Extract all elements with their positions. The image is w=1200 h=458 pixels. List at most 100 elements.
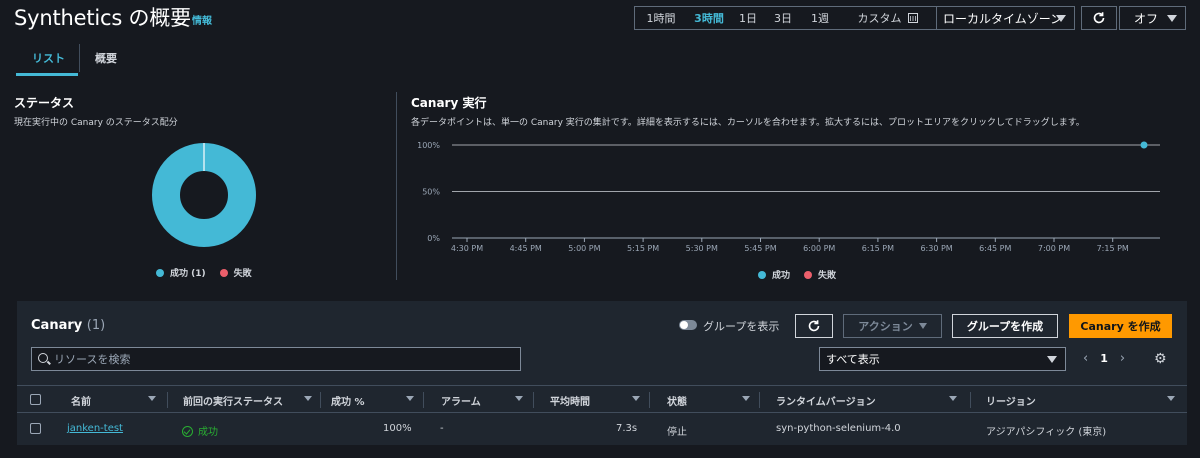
search-placeholder: リソースを検索 [54,353,131,366]
range-1w[interactable]: 1週 [801,7,839,29]
region-value: アジアパシフィック (東京) [986,427,1107,438]
legend-label-fail: 失敗 [233,269,252,279]
sort-icon[interactable] [632,396,640,401]
refresh-icon [1093,12,1105,24]
x-tick-label: 5:45 PM [744,244,776,253]
select-all-checkbox[interactable] [30,394,41,405]
last-run-status: 成功 [182,423,218,438]
range-1h[interactable]: 1時間 [635,7,687,29]
x-tick-label: 4:30 PM [451,244,483,253]
runs-legend: 成功 失敗 [758,268,850,281]
time-range-selector: 1時間 3時間 1日 3日 1週 カスタム [634,6,937,30]
column-divider [423,392,424,408]
timezone-value: ローカルタイムゾーン [943,11,1063,26]
column-divider [167,392,168,408]
column-divider [320,392,321,408]
col-alarm[interactable]: アラーム [441,393,481,408]
sort-icon[interactable] [515,396,523,401]
current-page[interactable]: 1 [1100,352,1108,365]
pagination: ‹ 1 › [1083,351,1125,366]
prev-page-icon[interactable]: ‹ [1083,351,1088,366]
legend-label-fail: 失敗 [818,271,837,281]
actions-label: アクション [858,320,913,333]
auto-refresh-select[interactable]: オフ [1119,6,1186,30]
col-region[interactable]: リージョン [986,393,1036,408]
auto-refresh-value: オフ [1134,11,1159,26]
legend-swatch-success [758,270,766,279]
legend-label-success: 成功 (1) [170,269,206,279]
runtime-version-value: syn-python-selenium-4.0 [776,423,901,434]
x-tick-label: 6:30 PM [920,244,952,253]
caret-down-icon [918,323,927,329]
col-runtime-version[interactable]: ランタイムバージョン [776,393,876,408]
x-tick-label: 6:15 PM [862,244,894,253]
avg-duration-value: 7.3s [616,423,638,434]
sort-icon[interactable] [1167,396,1175,401]
x-tick-label: 5:30 PM [686,244,718,253]
range-1d[interactable]: 1日 [731,7,765,29]
tab-list[interactable]: リスト [32,50,65,66]
range-3d[interactable]: 3日 [765,7,801,29]
legend-item-fail: 失敗 [219,266,252,279]
y-tick-label: 100% [417,141,440,150]
data-point-success[interactable] [1140,141,1148,149]
column-divider [759,392,760,408]
timezone-select[interactable]: ローカルタイムゾーン [936,6,1075,30]
range-3h[interactable]: 3時間 [687,7,731,29]
table-refresh-button[interactable] [795,314,833,338]
resource-search-input[interactable]: リソースを検索 [31,347,521,371]
column-divider [970,392,971,408]
status-donut-chart[interactable] [152,143,256,247]
x-tick-label: 6:00 PM [803,244,835,253]
sort-icon[interactable] [949,396,957,401]
section-divider [396,92,397,280]
x-tick-label: 5:00 PM [568,244,600,253]
column-divider [649,392,650,408]
next-page-icon[interactable]: › [1120,351,1125,366]
refresh-icon [808,320,820,332]
success-check-icon [182,426,193,437]
caret-down-icon [1047,356,1057,363]
legend-swatch-fail [219,268,228,277]
last-run-status-text: 成功 [198,427,218,438]
legend-item-success: 成功 (1) [156,266,206,279]
status-legend: 成功 (1) 失敗 [156,266,266,279]
canary-name-link[interactable]: janken-test [67,423,123,434]
range-custom[interactable]: カスタム [839,7,936,29]
page-title: Synthetics の概要 [14,6,191,30]
sort-icon[interactable] [304,396,312,401]
group-toggle[interactable] [679,320,697,330]
actions-button[interactable]: アクション [843,314,942,338]
row-checkbox[interactable] [30,423,41,434]
info-link[interactable]: 情報 [192,12,212,27]
canary-panel-title: Canary (1) [31,318,105,333]
col-success-rate[interactable]: 成功 % [331,393,365,408]
legend-swatch-success [156,268,164,277]
active-tab-indicator [16,73,78,76]
canary-title-text: Canary [31,318,83,333]
canary-table-panel: Canary (1) グループを表示 アクション グループを作成 Canary … [17,301,1187,445]
gear-icon[interactable]: ⚙ [1154,351,1167,367]
col-name[interactable]: 名前 [71,393,91,408]
range-custom-label: カスタム [857,12,902,25]
filter-select[interactable]: すべて表示 [819,347,1066,371]
sort-icon[interactable] [148,396,156,401]
col-state[interactable]: 状態 [667,393,687,408]
sort-icon[interactable] [742,396,750,401]
refresh-button[interactable] [1081,6,1117,30]
create-canary-button[interactable]: Canary を作成 [1069,314,1172,338]
status-description: 現在実行中の Canary のステータス配分 [14,118,178,128]
tab-overview[interactable]: 概要 [95,50,117,66]
caret-down-icon [1056,15,1066,22]
success-rate-value: 100% [383,423,412,434]
canary-runs-chart[interactable]: 0% 50% 100% 4:30 PM 4:45 PM 5:00 PM 5:15 PM 5:3… [400,130,1200,260]
col-avg-duration[interactable]: 平均時間 [550,393,590,408]
sort-icon[interactable] [406,396,414,401]
col-last-run-status[interactable]: 前回の実行ステータス [183,393,283,408]
x-tick-label: 7:00 PM [1038,244,1070,253]
x-tick-label: 6:45 PM [979,244,1011,253]
legend-swatch-fail [804,270,813,279]
group-toggle-label: グループを表示 [703,320,780,333]
create-group-button[interactable]: グループを作成 [952,314,1058,338]
table-row[interactable]: janken-test 成功 100% - 7.3s 停止 syn-python… [17,413,1187,443]
